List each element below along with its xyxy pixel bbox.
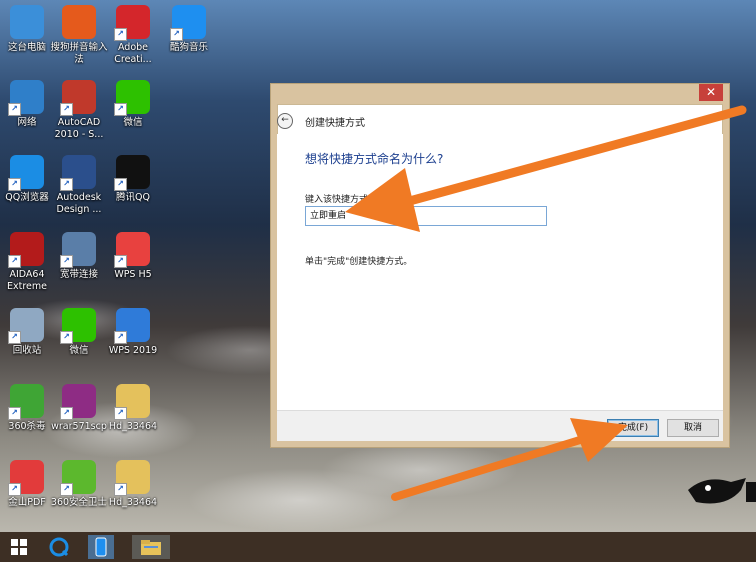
dialog-title: 创建快捷方式 [305, 117, 365, 129]
360-security-icon: ↗ [60, 460, 96, 496]
shortcut-overlay-icon: ↗ [114, 178, 127, 191]
desktop-shortcut[interactable]: ↗ WPS 2019 [100, 308, 166, 357]
network-icon: ↗ [8, 80, 44, 116]
shortcut-overlay-icon: ↗ [8, 331, 21, 344]
shortcut-overlay-icon: ↗ [114, 28, 127, 41]
desktop-shortcut[interactable]: ↗ 微信 [100, 80, 166, 129]
shortcut-overlay-icon: ↗ [60, 178, 73, 191]
back-button[interactable]: ← [277, 113, 293, 129]
wps-h5-icon: ↗ [114, 232, 150, 268]
shortcut-name-label: 键入该快捷方式的名 [305, 195, 387, 205]
shortcut-overlay-icon: ↗ [114, 483, 127, 496]
broadband-icon: ↗ [60, 232, 96, 268]
shortcut-overlay-icon: ↗ [8, 407, 21, 420]
watermark-logo [688, 478, 756, 504]
cancel-button[interactable]: 取消 [667, 419, 719, 437]
shortcut-overlay-icon: ↗ [170, 28, 183, 41]
shortcut-overlay-icon: ↗ [60, 483, 73, 496]
desktop-shortcut-label: Hd_33464 [108, 497, 158, 508]
taskbar-phone-icon[interactable] [88, 535, 114, 559]
kugou-icon: ↗ [170, 5, 206, 41]
create-shortcut-dialog: ✕ ← 创建快捷方式 想将快捷方式命名为什么? 键入该快捷方式的名 单击"完成"… [270, 83, 730, 448]
shortcut-overlay-icon: ↗ [8, 483, 21, 496]
desktop-shortcut-label: 微信 [123, 117, 143, 128]
desktop-shortcut[interactable]: ↗ 腾讯QQ [100, 155, 166, 204]
folder-zip-icon: ↗ [114, 384, 150, 420]
windows-start-icon[interactable] [6, 535, 32, 559]
taskbar [0, 532, 756, 562]
sogou-icon [62, 5, 96, 39]
shortcut-overlay-icon: ↗ [60, 103, 73, 116]
winrar-icon: ↗ [60, 384, 96, 420]
desktop-shortcut-label: WPS 2019 [108, 345, 158, 356]
desktop-shortcut-label: Hd_33464 [108, 421, 158, 432]
desktop-shortcut[interactable]: ↗ Hd_33464 [100, 460, 166, 509]
shortcut-overlay-icon: ↗ [8, 178, 21, 191]
qq-browser-icon: ↗ [8, 155, 44, 191]
dialog-footer: 完成(F) 取消 [277, 410, 723, 441]
adobe-cc-icon: ↗ [114, 5, 150, 41]
desktop-shortcut-label: 腾讯QQ [116, 192, 150, 203]
kingsoft-pdf-icon: ↗ [8, 460, 44, 496]
shortcut-overlay-icon: ↗ [114, 255, 127, 268]
shortcut-overlay-icon: ↗ [114, 103, 127, 116]
recycle-bin-icon: ↗ [8, 308, 44, 344]
finish-hint: 单击"完成"创建快捷方式。 [305, 257, 413, 267]
finish-button[interactable]: 完成(F) [607, 419, 659, 437]
shortcut-overlay-icon: ↗ [60, 331, 73, 344]
autocad-icon: ↗ [60, 80, 96, 116]
desktop-shortcut[interactable]: ↗ 酷狗音乐 [156, 5, 222, 54]
wechat-icon: ↗ [60, 308, 96, 344]
aida64-icon: ↗ [8, 232, 44, 268]
shortcut-overlay-icon: ↗ [8, 103, 21, 116]
autodesk-review-icon: ↗ [60, 155, 96, 191]
taskbar-qq-browser-icon[interactable] [46, 535, 72, 559]
desktop-shortcut[interactable]: ↗ WPS H5 [100, 232, 166, 281]
desktop-shortcut[interactable]: ↗ Hd_33464 [100, 384, 166, 433]
taskbar-file-explorer-icon[interactable] [132, 535, 170, 559]
shortcut-overlay-icon: ↗ [114, 331, 127, 344]
shortcut-overlay-icon: ↗ [60, 407, 73, 420]
desktop-shortcut-label: 酷狗音乐 [169, 42, 208, 53]
qq-icon: ↗ [114, 155, 150, 191]
shortcut-overlay-icon: ↗ [114, 407, 127, 420]
360-antivirus-icon: ↗ [8, 384, 44, 420]
shortcut-overlay-icon: ↗ [8, 255, 21, 268]
shortcut-overlay-icon: ↗ [60, 255, 73, 268]
dialog-header: ← 创建快捷方式 [277, 108, 717, 134]
folder-zip-icon: ↗ [114, 460, 150, 496]
page-heading: 想将快捷方式命名为什么? [305, 152, 444, 166]
shortcut-name-input[interactable] [305, 206, 547, 226]
computer-icon [10, 5, 44, 39]
close-button[interactable]: ✕ [699, 84, 723, 101]
dialog-content: 想将快捷方式命名为什么? 键入该快捷方式的名 单击"完成"创建快捷方式。 [277, 134, 723, 414]
wechat-icon: ↗ [114, 80, 150, 116]
wps-icon: ↗ [114, 308, 150, 344]
desktop-shortcut-label: WPS H5 [114, 269, 152, 280]
